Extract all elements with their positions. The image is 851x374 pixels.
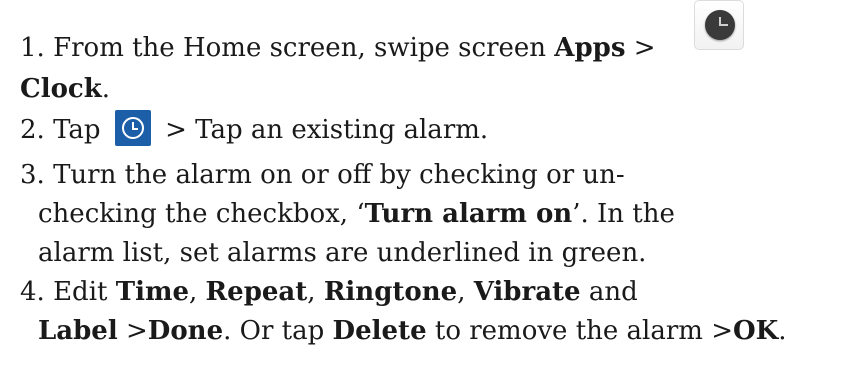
step-3-line-2-end: ’. In the	[572, 199, 675, 229]
ok-label: OK	[733, 316, 779, 346]
step-4-text: 4. Edit	[20, 277, 116, 307]
label-label: Label	[38, 316, 118, 346]
step-3-cont-2: alarm list, set alarms are underlined in…	[38, 233, 646, 273]
step-3: 3. Turn the alarm on or off by checking …	[20, 155, 625, 195]
vibrate-label: Vibrate	[473, 277, 581, 307]
comma: ,	[189, 277, 206, 307]
step-1-text: 1. From the Home screen, swipe screen	[20, 33, 555, 63]
repeat-label: Repeat	[205, 277, 308, 307]
step-2: 2. Tap > Tap an existing alarm.	[20, 110, 488, 150]
step-4-text-3: to remove the alarm >	[426, 316, 733, 346]
time-label: Time	[115, 277, 190, 307]
step-4-and: and	[580, 277, 638, 307]
step-1-arrow: >	[625, 33, 656, 63]
apps-label: Apps	[554, 33, 626, 63]
step-3-line-1: 3. Turn the alarm on or off by checking …	[20, 160, 625, 190]
done-label: Done	[147, 316, 224, 346]
step-1: 1. From the Home screen, swipe screen Ap…	[20, 28, 656, 68]
step-1-end: .	[101, 74, 111, 104]
alarm-clock-icon	[121, 117, 144, 139]
clock-icon	[705, 10, 735, 40]
step-3-cont: checking the checkbox, ‘Turn alarm on’. …	[38, 194, 675, 234]
step-1-cont: Clock.	[20, 69, 110, 109]
comma: ,	[457, 277, 474, 307]
clock-label: Clock	[20, 74, 102, 104]
step-4-cont: Label >Done. Or tap Delete to remove the…	[38, 311, 787, 351]
step-3-line-3: alarm list, set alarms are underlined in…	[38, 238, 647, 268]
alarm-icon-frame	[114, 110, 151, 146]
step-4-end: .	[778, 316, 787, 346]
step-4: 4. Edit Time, Repeat, Ringtone, Vibrate …	[20, 272, 638, 312]
arrow: >	[117, 316, 148, 346]
step-2-rest: > Tap an existing alarm.	[156, 115, 489, 145]
step-2-text: 2. Tap	[20, 115, 101, 145]
turn-alarm-on-label: Turn alarm on	[364, 199, 573, 229]
step-3-line-2: checking the checkbox, ‘	[38, 199, 365, 229]
ringtone-label: Ringtone	[323, 277, 458, 307]
step-4-text-2: . Or tap	[223, 316, 333, 346]
delete-label: Delete	[332, 316, 427, 346]
clock-app-icon-frame	[694, 0, 744, 50]
comma: ,	[307, 277, 324, 307]
